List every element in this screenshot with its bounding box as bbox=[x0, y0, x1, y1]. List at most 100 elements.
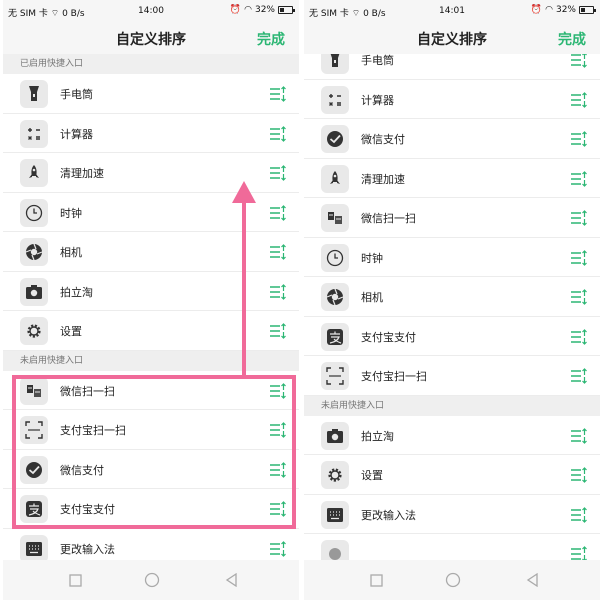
battery-icon bbox=[278, 6, 295, 14]
list-item[interactable]: 清理加速 bbox=[304, 158, 600, 198]
item-label: 微信扫一扫 bbox=[60, 384, 115, 398]
drag-handle-icon[interactable] bbox=[570, 466, 588, 484]
list-item[interactable]: 支付宝扫一扫 bbox=[3, 410, 299, 450]
item-label: 更改输入法 bbox=[60, 542, 115, 556]
clock-icon bbox=[20, 198, 48, 227]
drag-handle-icon[interactable] bbox=[570, 288, 588, 306]
drag-handle-icon[interactable] bbox=[570, 130, 588, 148]
list-scroll-area[interactable]: 已启用快捷入口 手电筒 计算器 清理加速 时钟 相机 拍立淘 设置 未启用快捷入口 微信扫一扫 支付… bbox=[3, 54, 299, 560]
list-item[interactable]: 支付宝扫一扫 bbox=[304, 356, 600, 396]
calculator-icon bbox=[20, 119, 48, 148]
title-bar: 自定义排序 完成 bbox=[304, 22, 600, 54]
list-item[interactable]: 支付宝支付 bbox=[304, 316, 600, 356]
list-item[interactable]: 时钟 bbox=[304, 237, 600, 277]
drag-handle-icon[interactable] bbox=[269, 421, 287, 439]
navigation-bar bbox=[304, 560, 600, 600]
back-button[interactable] bbox=[221, 570, 241, 590]
circle-icon bbox=[445, 572, 461, 588]
drag-handle-icon[interactable] bbox=[269, 540, 287, 558]
drag-handle-icon[interactable] bbox=[269, 125, 287, 143]
status-bar: 无 SIM 卡 ⌔ 0 B/s 14:00 ⏰ ◠ 32% bbox=[3, 0, 299, 22]
item-label: 设置 bbox=[361, 469, 383, 482]
gear-icon bbox=[20, 317, 48, 345]
list-item[interactable]: 相机 bbox=[3, 232, 299, 272]
scan-frame-icon bbox=[321, 362, 349, 390]
item-label: 微信扫一扫 bbox=[361, 212, 416, 225]
clock-icon bbox=[321, 243, 349, 272]
drag-handle-icon[interactable] bbox=[570, 249, 588, 267]
list-item[interactable]: 计算器 bbox=[3, 113, 299, 153]
list-item[interactable]: 设置 bbox=[3, 311, 299, 351]
drag-handle-icon[interactable] bbox=[570, 328, 588, 346]
drag-handle-icon[interactable] bbox=[570, 506, 588, 524]
recent-apps-button[interactable] bbox=[366, 570, 386, 590]
list-item[interactable]: 清理加速 bbox=[3, 153, 299, 193]
flashlight-icon bbox=[321, 54, 349, 74]
drag-handle-icon[interactable] bbox=[570, 367, 588, 385]
list-item[interactable]: 相机 bbox=[304, 277, 600, 317]
drag-handle-icon[interactable] bbox=[269, 500, 287, 518]
drag-handle-icon[interactable] bbox=[269, 283, 287, 301]
triangle-back-icon bbox=[526, 573, 538, 587]
drag-handle-icon[interactable] bbox=[269, 164, 287, 182]
drag-handle-icon[interactable] bbox=[269, 322, 287, 340]
drag-handle-icon[interactable] bbox=[570, 54, 588, 69]
drag-handle-icon[interactable] bbox=[269, 382, 287, 400]
list-item[interactable]: 微信支付 bbox=[304, 119, 600, 159]
drag-handle-icon[interactable] bbox=[570, 427, 588, 445]
section-header: 已启用快捷入口 bbox=[3, 54, 299, 74]
square-icon bbox=[369, 573, 383, 587]
item-label: 拍立淘 bbox=[60, 285, 93, 299]
drag-handle-icon[interactable] bbox=[570, 209, 588, 227]
list-item[interactable]: 支付宝支付 bbox=[3, 489, 299, 529]
item-label: 手电筒 bbox=[361, 54, 394, 67]
battery-percent: 32% bbox=[555, 5, 576, 15]
recent-apps-button[interactable] bbox=[65, 570, 85, 590]
list-item[interactable]: 微信支付 bbox=[3, 449, 299, 489]
item-label: 支付宝支付 bbox=[361, 330, 416, 344]
square-icon bbox=[68, 573, 82, 587]
drag-handle-icon[interactable] bbox=[570, 170, 588, 188]
item-label: 手电筒 bbox=[60, 88, 93, 101]
list-item[interactable]: 设置 bbox=[304, 455, 600, 495]
drag-handle-icon[interactable] bbox=[269, 204, 287, 222]
home-button[interactable] bbox=[142, 570, 162, 590]
list-item[interactable]: 手电筒 bbox=[304, 54, 600, 80]
photo-camera-icon bbox=[20, 277, 48, 306]
list-item[interactable]: 拍立淘 bbox=[304, 415, 600, 455]
photo-camera-icon bbox=[321, 421, 349, 450]
sort-list: 已启用快捷入口 手电筒 计算器 清理加速 时钟 相机 拍立淘 设置 未启用快捷入口 微信扫一扫 支付… bbox=[3, 54, 299, 560]
list-item[interactable] bbox=[304, 534, 600, 560]
flashlight-icon bbox=[20, 80, 48, 108]
gear-icon bbox=[321, 461, 349, 489]
drag-handle-icon[interactable] bbox=[570, 91, 588, 109]
drag-handle-icon[interactable] bbox=[570, 545, 588, 560]
item-label: 支付宝扫一扫 bbox=[361, 370, 427, 383]
drag-handle-icon[interactable] bbox=[269, 85, 287, 103]
wechat-scan-icon bbox=[20, 376, 48, 405]
list-item[interactable]: 时钟 bbox=[3, 192, 299, 232]
list-item[interactable]: 更改输入法 bbox=[3, 528, 299, 560]
camera-shutter-icon bbox=[20, 238, 48, 266]
home-button[interactable] bbox=[443, 570, 463, 590]
list-item[interactable]: 微信扫一扫 bbox=[304, 198, 600, 238]
list-item[interactable]: 微信扫一扫 bbox=[3, 370, 299, 410]
item-label: 清理加速 bbox=[361, 172, 405, 186]
done-button[interactable]: 完成 bbox=[257, 29, 285, 49]
list-scroll-area[interactable]: 手电筒 计算器 微信支付 清理加速 微信扫一扫 时钟 相机 支付宝支付 支付宝扫一扫 未启用快捷入… bbox=[304, 54, 600, 560]
alipay-icon bbox=[321, 322, 349, 351]
drag-handle-icon[interactable] bbox=[269, 461, 287, 479]
drag-handle-icon[interactable] bbox=[269, 243, 287, 261]
item-label: 相机 bbox=[361, 291, 383, 304]
partial-icon bbox=[321, 540, 349, 560]
list-item[interactable]: 更改输入法 bbox=[304, 494, 600, 534]
battery-percent: 32% bbox=[254, 5, 275, 15]
wifi-icon: ◠ bbox=[244, 5, 252, 15]
done-button[interactable]: 完成 bbox=[558, 29, 586, 49]
list-item[interactable]: 拍立淘 bbox=[3, 271, 299, 311]
list-item[interactable]: 计算器 bbox=[304, 79, 600, 119]
item-label: 计算器 bbox=[361, 93, 394, 107]
list-item[interactable]: 手电筒 bbox=[3, 74, 299, 114]
back-button[interactable] bbox=[522, 570, 542, 590]
item-label: 微信支付 bbox=[60, 463, 104, 477]
